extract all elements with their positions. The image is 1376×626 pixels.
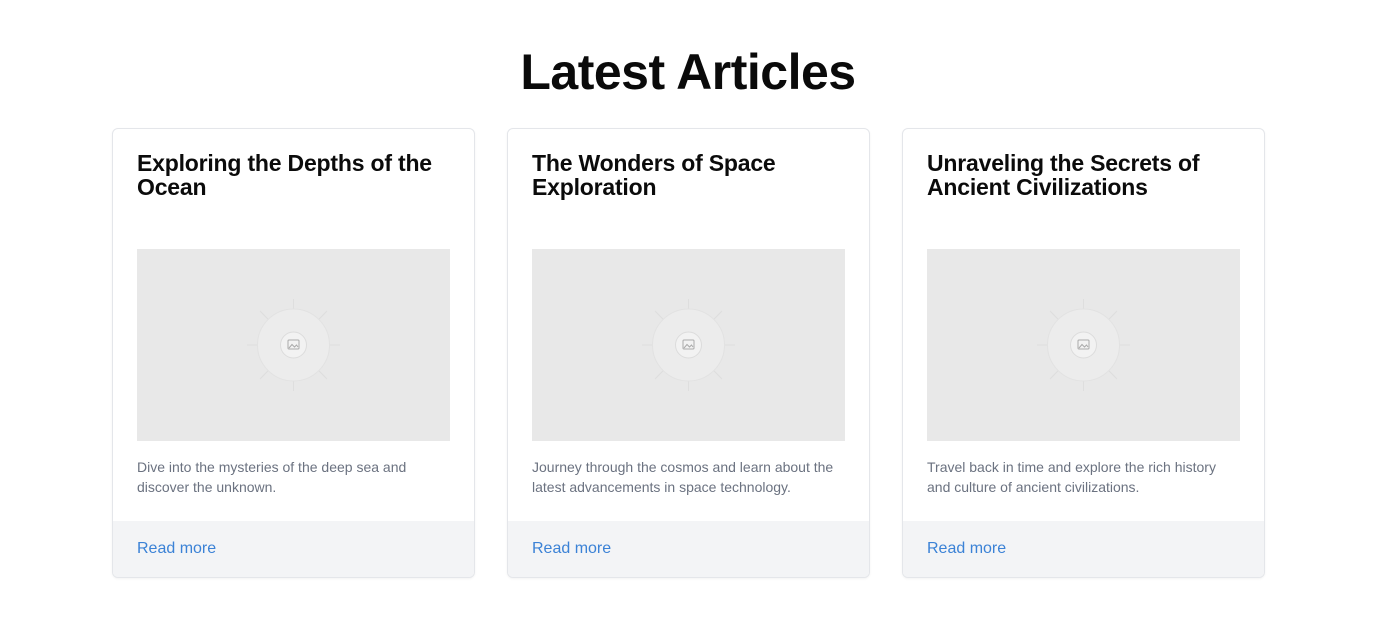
read-more-link[interactable]: Read more bbox=[532, 540, 611, 558]
article-description: Dive into the mysteries of the deep sea … bbox=[137, 459, 407, 495]
image-placeholder-icon bbox=[247, 299, 340, 391]
article-card: Exploring the Depths of the Ocean Dive i… bbox=[112, 128, 475, 578]
article-image-placeholder bbox=[927, 249, 1240, 441]
page-title: Latest Articles bbox=[520, 44, 856, 100]
article-image-placeholder bbox=[532, 249, 845, 441]
article-card-body: Exploring the Depths of the Ocean Dive i… bbox=[113, 129, 474, 521]
article-title: The Wonders of Space Exploration bbox=[532, 150, 776, 200]
article-title: Exploring the Depths of the Ocean bbox=[137, 150, 432, 200]
article-description: Travel back in time and explore the rich… bbox=[927, 459, 1216, 495]
article-card: The Wonders of Space Exploration Journey… bbox=[507, 128, 870, 578]
article-card-footer: Read more bbox=[113, 521, 474, 577]
article-card-body: Unraveling the Secrets of Ancient Civili… bbox=[903, 129, 1264, 521]
article-card-footer: Read more bbox=[903, 521, 1264, 577]
read-more-link[interactable]: Read more bbox=[927, 540, 1006, 558]
article-description: Journey through the cosmos and learn abo… bbox=[532, 459, 834, 495]
read-more-link[interactable]: Read more bbox=[137, 540, 216, 558]
image-placeholder-icon bbox=[642, 299, 735, 391]
image-placeholder-icon bbox=[1037, 299, 1130, 391]
article-card-body: The Wonders of Space Exploration Journey… bbox=[508, 129, 869, 521]
article-title: Unraveling the Secrets of Ancient Civili… bbox=[927, 150, 1200, 200]
article-image-placeholder bbox=[137, 249, 450, 441]
article-card-footer: Read more bbox=[508, 521, 869, 577]
page: Latest Articles Exploring the Depths of … bbox=[0, 0, 1376, 626]
article-card: Unraveling the Secrets of Ancient Civili… bbox=[902, 128, 1265, 578]
article-grid: Exploring the Depths of the Ocean Dive i… bbox=[112, 128, 1265, 578]
